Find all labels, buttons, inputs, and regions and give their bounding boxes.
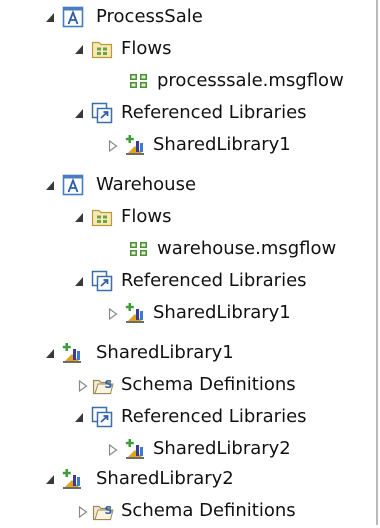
expand-toggle[interactable] — [78, 506, 88, 518]
flows-folder-icon — [91, 38, 113, 60]
tree-item[interactable]: SharedLibrary1 — [0, 130, 376, 162]
tree-item-label: SharedLibrary2 — [153, 438, 291, 459]
tree-item-label: Flows — [121, 206, 172, 227]
tree-item-label: Schema Definitions — [121, 374, 296, 395]
expand-toggle[interactable] — [108, 444, 118, 456]
svg-text:S: S — [105, 504, 113, 517]
tree-item[interactable]: SharedLibrary1 — [0, 338, 376, 370]
project-tree: ProcessSale Flows processsale.msgflow Re… — [0, 0, 378, 525]
tree-item-label: Referenced Libraries — [121, 406, 307, 427]
expand-toggle[interactable] — [45, 474, 55, 486]
svg-text:S: S — [105, 378, 113, 391]
tree-item[interactable]: ProcessSale — [0, 2, 376, 34]
referenced-libraries-icon — [91, 270, 113, 292]
flows-folder-icon — [91, 206, 113, 228]
application-icon — [62, 174, 84, 196]
tree-item[interactable]: processsale.msgflow — [0, 66, 376, 98]
msgflow-file-icon — [128, 238, 150, 260]
tree-item-label: Schema Definitions — [121, 500, 296, 521]
expand-toggle[interactable] — [74, 276, 84, 288]
expand-toggle[interactable] — [45, 348, 55, 360]
tree-item[interactable]: S Schema Definitions — [0, 370, 376, 402]
shared-library-icon — [61, 468, 83, 490]
tree-item[interactable]: SharedLibrary2 — [0, 464, 376, 496]
tree-item-label: SharedLibrary1 — [153, 302, 291, 323]
msgflow-file-icon — [128, 70, 150, 92]
referenced-libraries-icon — [91, 406, 113, 428]
shared-library-icon — [124, 438, 146, 460]
expand-toggle[interactable] — [108, 140, 118, 152]
tree-item-label: Flows — [121, 38, 172, 59]
tree-item[interactable]: Flows — [0, 34, 376, 66]
tree-item[interactable]: S Schema Definitions — [0, 496, 376, 528]
tree-item-label: Referenced Libraries — [121, 270, 307, 291]
expand-toggle[interactable] — [74, 212, 84, 224]
tree-item[interactable]: Referenced Libraries — [0, 98, 376, 130]
referenced-libraries-icon — [91, 102, 113, 124]
tree-item-label: SharedLibrary1 — [153, 134, 291, 155]
tree-item[interactable]: Warehouse — [0, 170, 376, 202]
tree-item-label: warehouse.msgflow — [157, 238, 337, 259]
tree-item-label: Warehouse — [96, 174, 197, 195]
tree-item-label: SharedLibrary1 — [96, 342, 234, 363]
tree-item[interactable]: Referenced Libraries — [0, 266, 376, 298]
shared-library-icon — [124, 134, 146, 156]
schema-definitions-icon: S — [92, 374, 114, 396]
tree-item-label: ProcessSale — [96, 6, 203, 27]
shared-library-icon — [124, 302, 146, 324]
tree-item-label: SharedLibrary2 — [96, 468, 234, 489]
tree-item-label: Referenced Libraries — [121, 102, 307, 123]
tree-item[interactable]: warehouse.msgflow — [0, 234, 376, 266]
tree-item[interactable]: SharedLibrary1 — [0, 298, 376, 330]
expand-toggle[interactable] — [74, 412, 84, 424]
tree-item[interactable]: Referenced Libraries — [0, 402, 376, 434]
expand-toggle[interactable] — [108, 308, 118, 320]
schema-definitions-icon: S — [92, 500, 114, 522]
tree-item[interactable]: SharedLibrary2 — [0, 434, 376, 466]
expand-toggle[interactable] — [45, 12, 55, 24]
expand-toggle[interactable] — [74, 108, 84, 120]
tree-item[interactable]: Flows — [0, 202, 376, 234]
expand-toggle[interactable] — [45, 180, 55, 192]
expand-toggle[interactable] — [74, 44, 84, 56]
tree-item-label: processsale.msgflow — [157, 70, 344, 91]
application-icon — [62, 6, 84, 28]
expand-toggle[interactable] — [78, 380, 88, 392]
shared-library-icon — [61, 342, 83, 364]
